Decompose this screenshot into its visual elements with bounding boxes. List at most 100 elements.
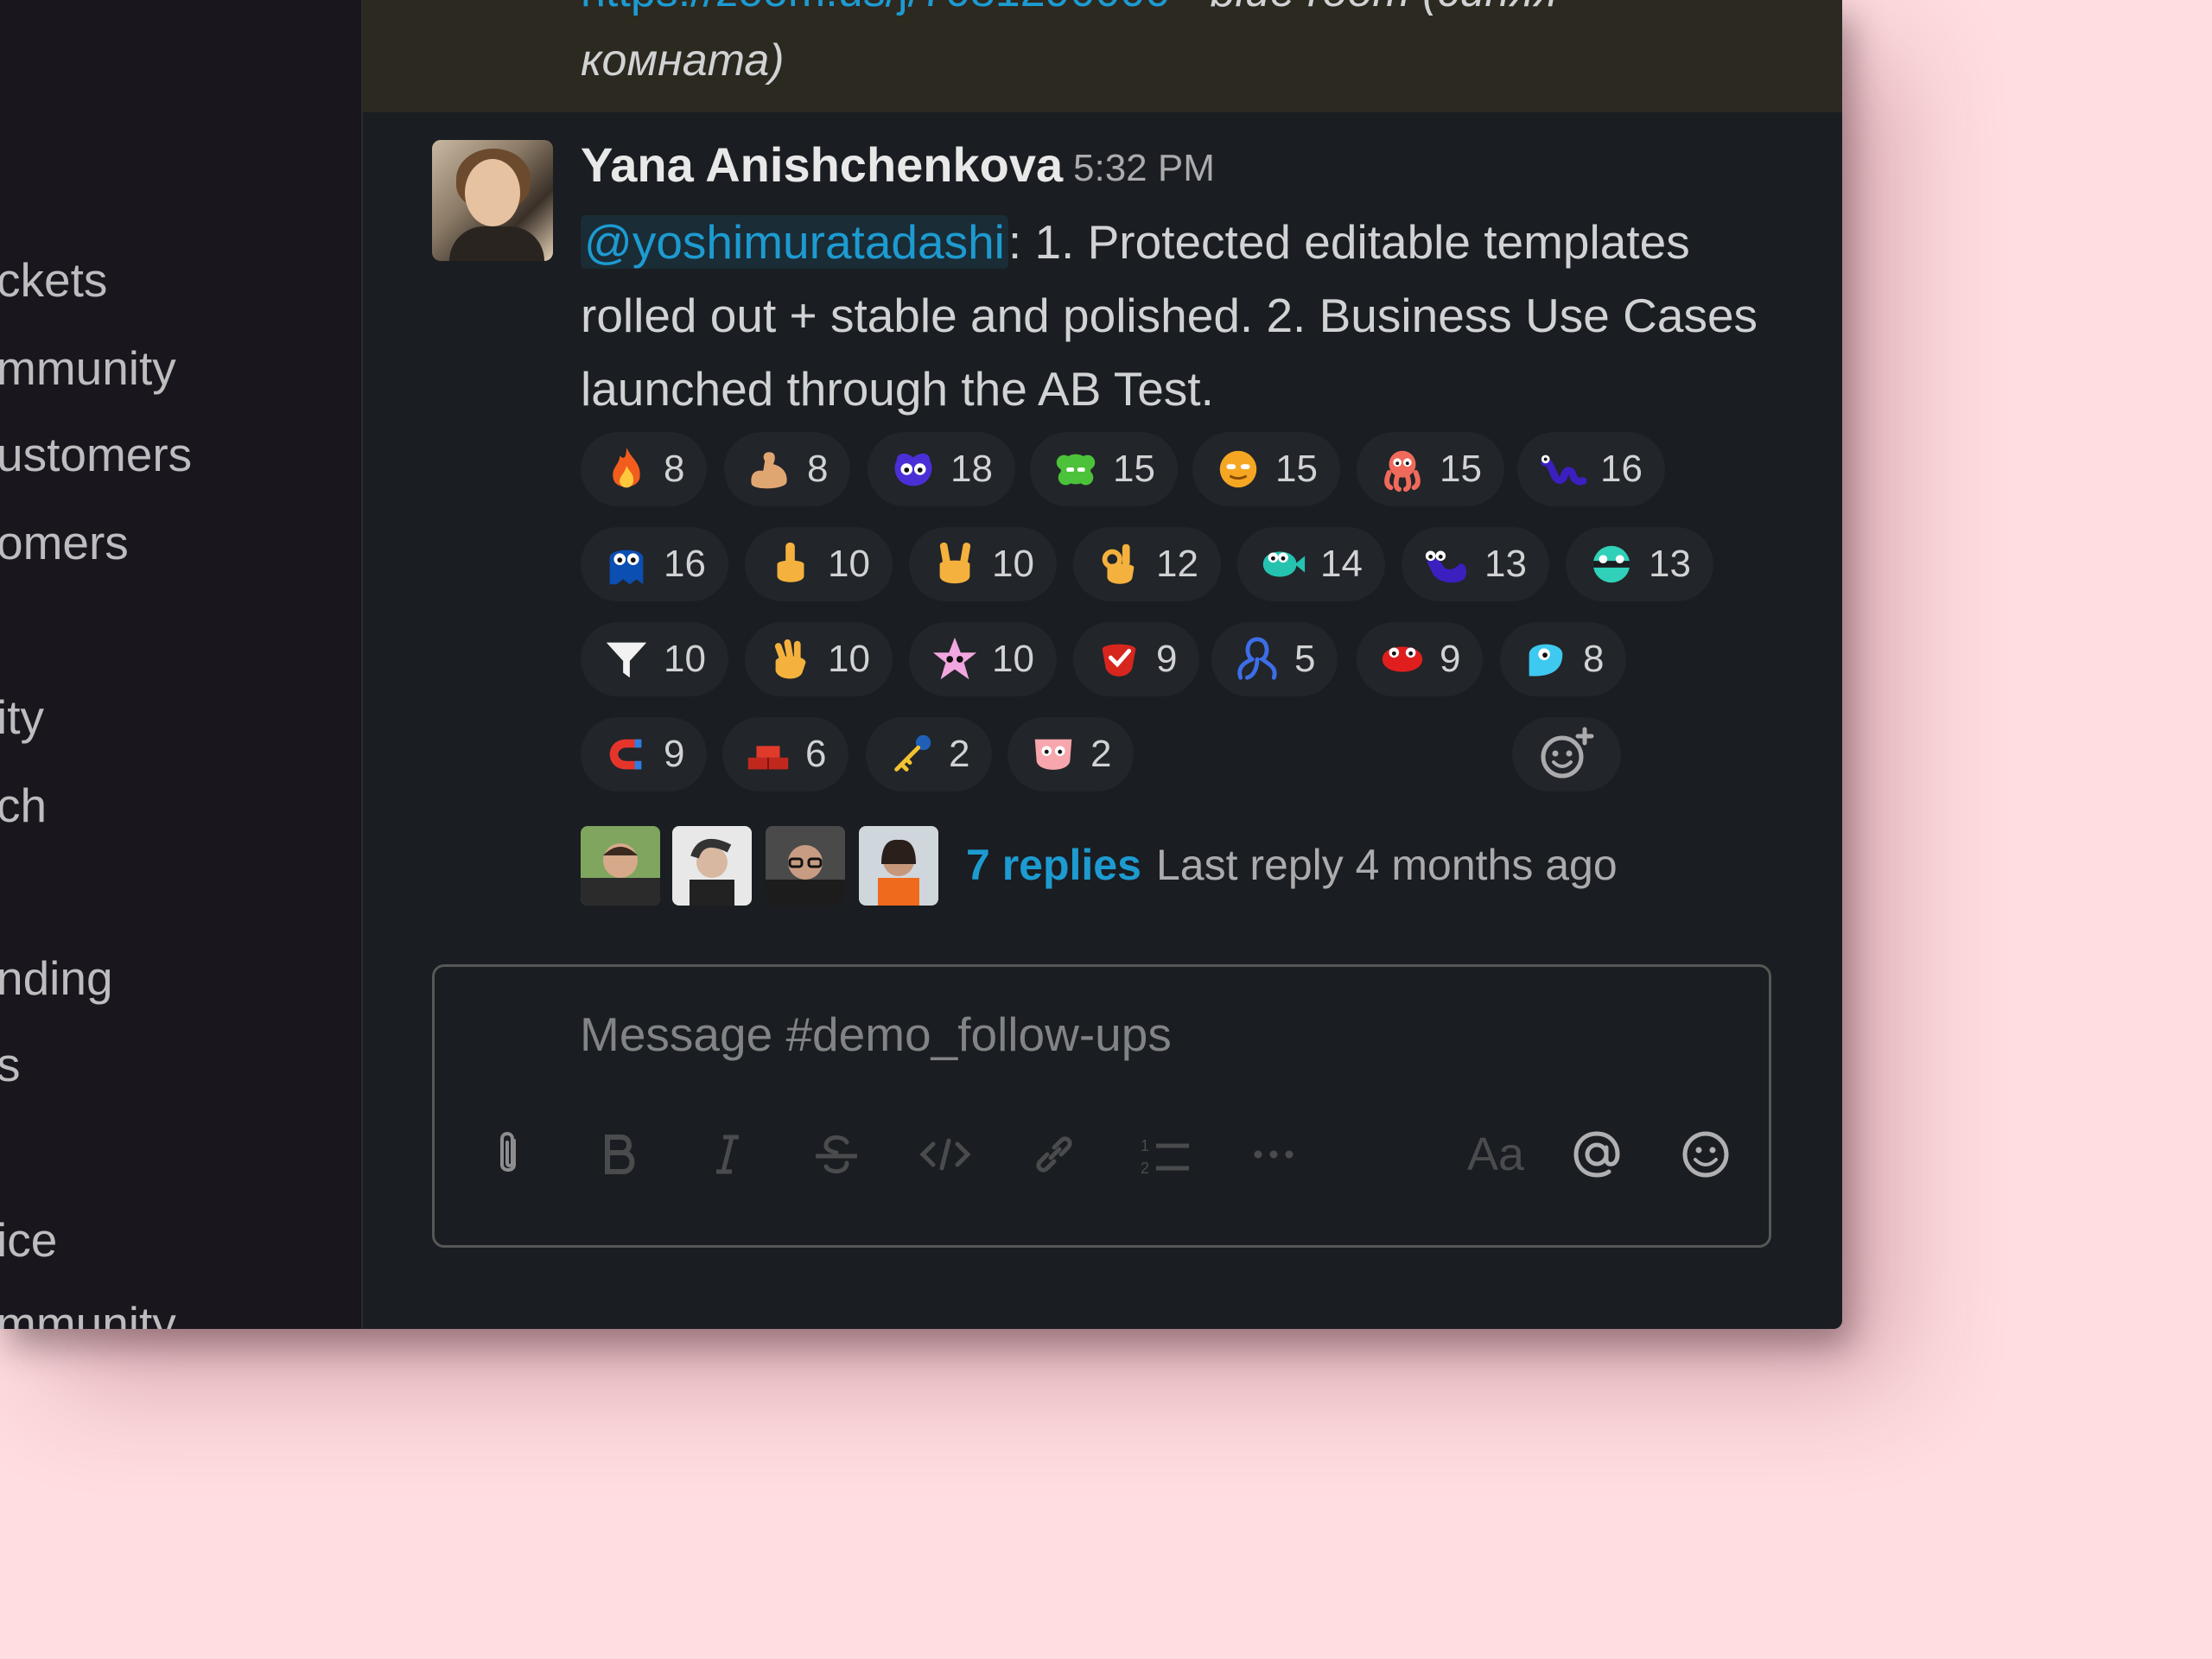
reaction-squid[interactable]: 5 (1211, 622, 1338, 696)
thread-replies-link[interactable]: 7 replies (966, 840, 1141, 890)
bold-icon (605, 1135, 635, 1174)
reaction-count: 2 (1090, 733, 1112, 775)
reaction-count: 8 (1583, 638, 1605, 680)
replier-avatar[interactable] (766, 826, 845, 906)
reaction-count: 18 (950, 448, 993, 490)
reaction-star-face[interactable]: 10 (909, 622, 1057, 696)
message-input[interactable]: Message #demo_follow-ups (580, 1007, 1172, 1062)
numbered-list-button[interactable]: 12 (1135, 1124, 1195, 1185)
reaction-count: 10 (992, 543, 1034, 585)
ok-hand-icon (1102, 543, 1135, 584)
reaction-teal-fish[interactable]: 14 (1237, 527, 1385, 601)
reaction-teal-blob[interactable]: 13 (1566, 527, 1713, 601)
more-formatting-button[interactable] (1243, 1124, 1304, 1185)
reaction-rock-on[interactable]: 10 (909, 527, 1057, 601)
zoom-link[interactable]: https://zoom.us/j/7081290000 (581, 0, 1170, 16)
rock-on-icon (939, 542, 971, 584)
green-blob-icon (1056, 454, 1096, 486)
message-timestamp[interactable]: 5:32 PM (1073, 147, 1215, 190)
sidebar-channel-item[interactable]: ch (0, 778, 47, 833)
reaction-red-check[interactable]: 9 (1073, 622, 1200, 696)
reaction-count: 9 (664, 733, 685, 775)
reaction-purple-worm[interactable]: 16 (1517, 432, 1665, 506)
reaction-bricks[interactable]: 6 (722, 717, 849, 791)
reaction-fire[interactable]: 8 (581, 432, 708, 506)
italic-button[interactable] (697, 1124, 758, 1185)
channel-sidebar: ckets mmunity ustomers omers ity ch ndin… (0, 0, 363, 1329)
sidebar-channel-item[interactable]: ckets (0, 252, 107, 308)
star-face-icon (932, 637, 977, 680)
reaction-key[interactable]: 2 (866, 717, 993, 791)
emoji-button[interactable] (1675, 1124, 1736, 1185)
reaction-muscle[interactable]: 8 (724, 432, 851, 506)
code-icon (919, 1138, 971, 1171)
strikethrough-button[interactable] (806, 1124, 867, 1185)
mention-button[interactable] (1567, 1124, 1627, 1185)
message-pane: https://zoom.us/j/7081290000 - blue room… (363, 0, 1842, 1329)
reaction-count: 9 (1156, 638, 1178, 680)
funnel-icon (606, 642, 647, 678)
sidebar-channel-item[interactable]: omers (0, 515, 129, 570)
reaction-count: 15 (1440, 448, 1482, 490)
last-reply-time: Last reply 4 months ago (1156, 841, 1618, 889)
add-emoji-icon (1541, 727, 1594, 779)
reaction-green-blob[interactable]: 15 (1030, 432, 1178, 506)
reaction-pink-face[interactable]: 2 (1007, 717, 1135, 791)
message-composer[interactable]: Message #demo_follow-ups 12 Aa (432, 964, 1771, 1248)
red-check-icon (1102, 644, 1136, 677)
sidebar-channel-item[interactable]: ice (0, 1212, 57, 1268)
link-icon (1036, 1136, 1072, 1173)
reaction-magnet[interactable]: 9 (581, 717, 708, 791)
reaction-purple-snail[interactable]: 13 (1402, 527, 1549, 601)
squid-icon (1237, 637, 1277, 680)
svg-text:2: 2 (1141, 1160, 1149, 1177)
author-name[interactable]: Yana Anishchenkova (581, 137, 1063, 193)
reaction-count: 16 (1600, 448, 1643, 490)
reaction-count: 6 (805, 733, 827, 775)
link-button[interactable] (1024, 1124, 1084, 1185)
reaction-count: 15 (1275, 448, 1318, 490)
sidebar-channel-item[interactable]: s (0, 1037, 21, 1092)
teal-blob-icon (1592, 545, 1630, 583)
reaction-count: 10 (992, 638, 1034, 680)
sidebar-channel-item[interactable]: ustomers (0, 427, 192, 482)
author-avatar[interactable] (432, 140, 553, 261)
paperclip-icon (500, 1132, 516, 1172)
octopus-icon (1384, 450, 1421, 493)
italic-icon (716, 1135, 739, 1174)
format-toggle-button[interactable]: Aa (1452, 1124, 1539, 1185)
code-button[interactable] (915, 1124, 976, 1185)
reaction-count: 2 (949, 733, 970, 775)
orange-blob-icon (1219, 450, 1257, 488)
reaction-funnel[interactable]: 10 (581, 622, 728, 696)
purple-snail-icon (1425, 550, 1467, 583)
reaction-orange-blob[interactable]: 15 (1192, 432, 1340, 506)
user-mention[interactable]: @yoshimuratadashi (581, 215, 1008, 269)
sidebar-channel-item[interactable]: mmunity (0, 340, 176, 396)
message-body: @yoshimuratadashi: 1. Protected editable… (581, 206, 1764, 426)
reaction-purple-blob[interactable]: 18 (868, 432, 1015, 506)
reaction-ok-hand[interactable]: 12 (1073, 527, 1221, 601)
replier-avatar[interactable] (859, 826, 938, 906)
sidebar-channel-item[interactable]: mmunity (0, 1296, 176, 1329)
replier-avatar[interactable] (581, 826, 660, 906)
reaction-octopus[interactable]: 15 (1357, 432, 1504, 506)
attach-button[interactable] (478, 1124, 538, 1185)
blue-monster-icon (609, 550, 644, 585)
sidebar-channel-item[interactable]: nding (0, 950, 113, 1006)
strikethrough-icon (816, 1135, 857, 1173)
smiley-icon (1682, 1131, 1729, 1178)
add-reaction-button[interactable] (1512, 717, 1621, 791)
bold-button[interactable] (588, 1124, 649, 1185)
reaction-count: 5 (1294, 638, 1316, 680)
reaction-cyan-ghost[interactable]: 8 (1500, 622, 1627, 696)
svg-text:1: 1 (1141, 1137, 1149, 1154)
reaction-point-up[interactable]: 10 (745, 527, 893, 601)
reaction-blue-monster[interactable]: 16 (581, 527, 728, 601)
reaction-wave[interactable]: 10 (745, 622, 893, 696)
replier-avatar[interactable] (672, 826, 752, 906)
sidebar-channel-item[interactable]: ity (0, 690, 44, 745)
previous-message-highlight: https://zoom.us/j/7081290000 - blue room… (363, 0, 1842, 112)
reaction-count: 9 (1440, 638, 1461, 680)
reaction-red-blob[interactable]: 9 (1357, 622, 1484, 696)
